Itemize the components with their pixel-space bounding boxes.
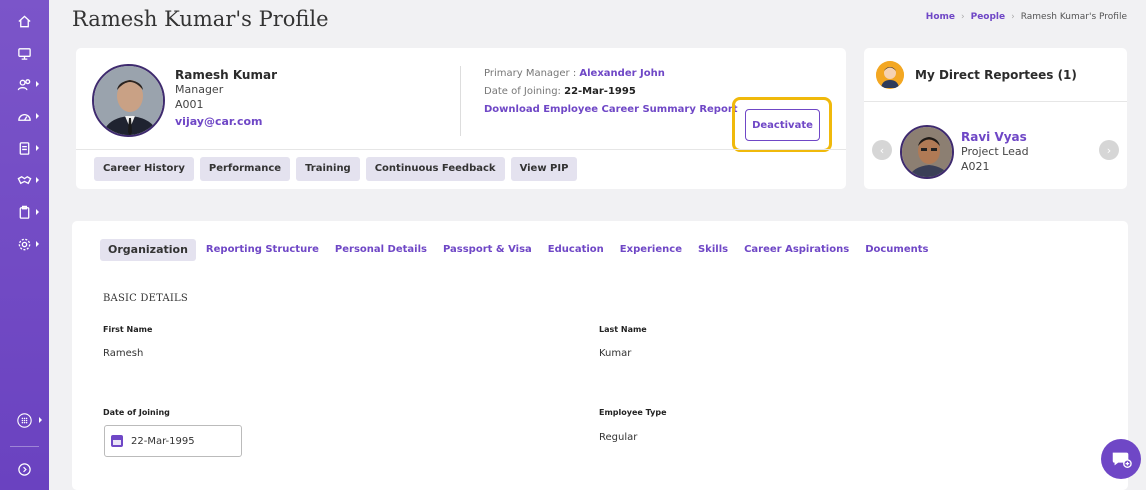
gauge-icon[interactable] — [0, 103, 49, 129]
doj-date-value: 22-Mar-1995 — [131, 435, 195, 447]
reportee-name[interactable]: Ravi Vyas — [961, 130, 1027, 144]
deactivate-button[interactable]: Deactivate — [745, 109, 820, 141]
employee-code: A001 — [175, 98, 204, 111]
primary-manager: Primary Manager : Alexander John — [484, 68, 665, 79]
chevron-right-icon: › — [960, 12, 965, 22]
people-icon[interactable] — [0, 71, 49, 97]
employee-type-value: Regular — [599, 432, 638, 443]
date-of-joining: Date of Joining: 22-Mar-1995 — [484, 86, 636, 97]
tab-personal-details[interactable]: Personal Details — [327, 239, 435, 261]
chevron-right-icon: › — [1011, 12, 1015, 22]
breadcrumb-home[interactable]: Home — [926, 12, 955, 22]
divider — [460, 66, 461, 136]
tab-career-aspirations[interactable]: Career Aspirations — [736, 239, 857, 261]
date-of-joining-label: Date of Joining: — [484, 86, 561, 97]
page-title: Ramesh Kumar's Profile — [72, 7, 329, 31]
tab-passport-visa[interactable]: Passport & Visa — [435, 239, 540, 261]
chat-icon — [1112, 452, 1132, 468]
sidebar-divider — [10, 446, 39, 447]
highlight-box: Deactivate — [732, 97, 832, 152]
tab-continuous-feedback[interactable]: Continuous Feedback — [365, 157, 505, 181]
monitor-icon[interactable] — [0, 40, 49, 66]
home-icon[interactable] — [0, 8, 49, 34]
reportee-code: A021 — [961, 160, 990, 173]
tab-training[interactable]: Training — [296, 157, 360, 181]
date-of-joining-value: 22-Mar-1995 — [564, 86, 636, 97]
last-name-value: Kumar — [599, 348, 632, 359]
employee-role: Manager — [175, 83, 224, 96]
tab-education[interactable]: Education — [540, 239, 612, 261]
divider — [76, 149, 846, 150]
download-report-link[interactable]: Download Employee Career Summary Report — [484, 104, 738, 115]
reportee-avatar-icon — [876, 61, 904, 89]
first-name-value: Ramesh — [103, 348, 144, 359]
doj-label: Date of Joining — [103, 408, 170, 417]
details-tabs: Organization Reporting Structure Persona… — [100, 239, 936, 261]
tab-documents[interactable]: Documents — [857, 239, 936, 261]
handshake-icon[interactable] — [0, 167, 49, 193]
chevron-left-icon[interactable]: ‹ — [872, 140, 892, 160]
calendar-icon — [111, 435, 123, 447]
expand-icon[interactable] — [0, 456, 49, 482]
document-icon[interactable] — [0, 135, 49, 161]
profile-card: Ramesh Kumar Manager A001 vijay@car.com … — [76, 48, 846, 189]
breadcrumb-current: Ramesh Kumar's Profile — [1020, 12, 1127, 22]
last-name-label: Last Name — [599, 325, 647, 334]
breadcrumb-people[interactable]: People — [971, 12, 1006, 22]
breadcrumb: Home › People › Ramesh Kumar's Profile — [926, 12, 1127, 22]
clipboard-icon[interactable] — [0, 199, 49, 225]
primary-manager-label: Primary Manager : — [484, 68, 577, 79]
tab-view-pip[interactable]: View PIP — [510, 157, 578, 181]
section-title: BASIC DETAILS — [103, 293, 188, 304]
tab-skills[interactable]: Skills — [690, 239, 736, 261]
profile-tabs: Career History Performance Training Cont… — [94, 157, 578, 181]
sidebar — [0, 0, 49, 490]
tab-performance[interactable]: Performance — [199, 157, 291, 181]
tab-experience[interactable]: Experience — [612, 239, 690, 261]
tab-organization[interactable]: Organization — [100, 239, 196, 261]
reportee-role: Project Lead — [961, 145, 1029, 158]
chat-button[interactable] — [1101, 439, 1141, 479]
reportees-title: My Direct Reportees (1) — [915, 68, 1077, 82]
apps-icon[interactable] — [0, 407, 49, 433]
details-card: Organization Reporting Structure Persona… — [72, 221, 1128, 490]
employee-email[interactable]: vijay@car.com — [175, 115, 262, 128]
chevron-right-icon[interactable]: › — [1099, 140, 1119, 160]
avatar — [900, 125, 954, 179]
reportees-card: My Direct Reportees (1) ‹ Ravi Vyas Proj… — [864, 48, 1127, 189]
primary-manager-link[interactable]: Alexander John — [579, 68, 664, 79]
divider — [864, 101, 1127, 102]
doj-date-field[interactable]: 22-Mar-1995 — [104, 425, 242, 457]
tab-reporting-structure[interactable]: Reporting Structure — [198, 239, 327, 261]
settings-icon[interactable] — [0, 231, 49, 257]
employee-name: Ramesh Kumar — [175, 68, 277, 82]
avatar — [92, 64, 165, 137]
tab-career-history[interactable]: Career History — [94, 157, 194, 181]
employee-type-label: Employee Type — [599, 408, 667, 417]
first-name-label: First Name — [103, 325, 153, 334]
